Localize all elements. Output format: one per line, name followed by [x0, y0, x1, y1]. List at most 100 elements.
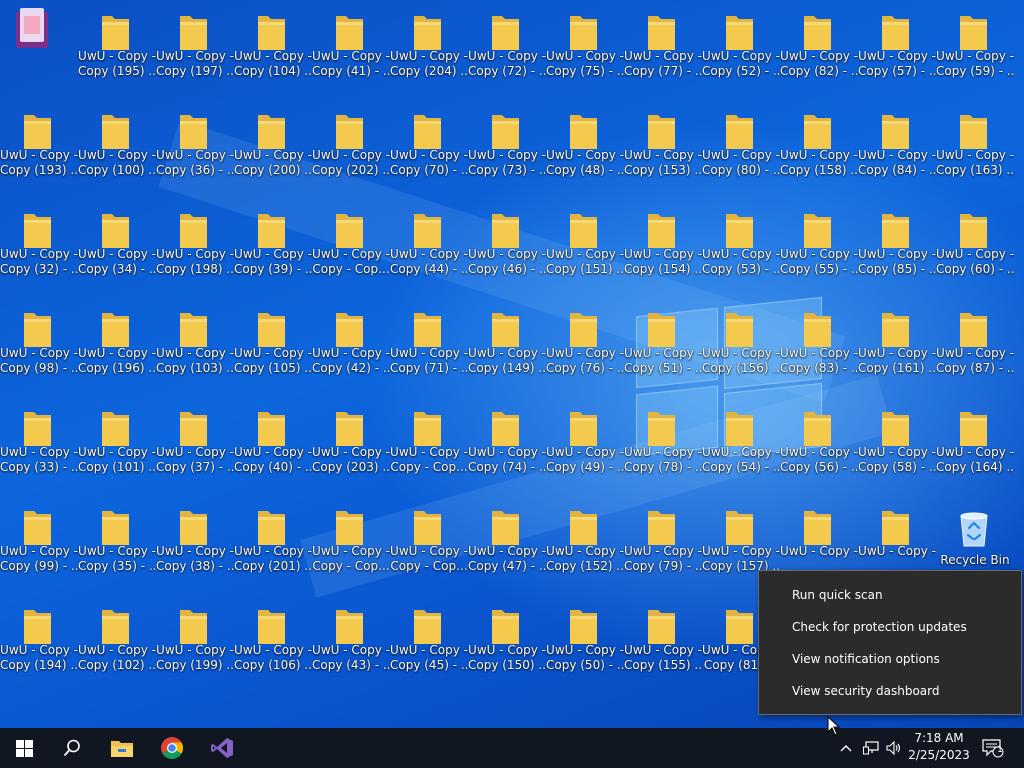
folder-icon	[258, 610, 285, 644]
folder-item[interactable]: UwU - Copy - Copy - Cop...	[312, 497, 390, 596]
folder-item[interactable]: UwU - Copy - Copy (158) ...	[780, 101, 858, 200]
folder-item[interactable]: UwU - Copy - Copy (152) ...	[546, 497, 624, 596]
folder-item[interactable]: UwU - Copy - Copy (32) - ...	[0, 200, 78, 299]
folder-label: UwU - Copy - Copy (201) ...	[234, 544, 312, 573]
network-button[interactable]	[860, 728, 882, 768]
folder-item[interactable]: UwU - Copy - Copy (52) - ...	[702, 2, 780, 101]
folder-item[interactable]: UwU - Copy - Copy (203) ...	[312, 398, 390, 497]
menu-item-check-protection-updates[interactable]: Check for protection updates	[759, 611, 1021, 643]
folder-item[interactable]: UwU - Copy - Copy (38) - ...	[156, 497, 234, 596]
folder-item[interactable]: UwU - Copy - Copy (53) - ...	[702, 200, 780, 299]
folder-item[interactable]: UwU - Copy - Copy (74) - ...	[468, 398, 546, 497]
folder-item[interactable]: UwU - Copy - Copy (204) ...	[390, 2, 468, 101]
folder-item[interactable]: UwU - Copy - Copy (73) - ...	[468, 101, 546, 200]
menu-item-run-quick-scan[interactable]: Run quick scan	[759, 579, 1021, 611]
folder-item[interactable]: UwU - Copy - Copy (98) - ...	[0, 299, 78, 398]
folder-item[interactable]: UwU - Copy - Copy (199) ...	[156, 596, 234, 695]
folder-item[interactable]: UwU - Copy - Copy (194) ...	[0, 596, 78, 695]
folder-item[interactable]: UwU - Copy - Copy (78) - ...	[624, 398, 702, 497]
folder-item[interactable]: UwU - Copy - Copy (45) - ...	[390, 596, 468, 695]
folder-item[interactable]: UwU - Copy - Copy (202) ...	[312, 101, 390, 200]
folder-item[interactable]: UwU - Copy - Copy (48) - ...	[546, 101, 624, 200]
folder-item[interactable]: UwU - Copy - Copy (198) ...	[156, 200, 234, 299]
folder-item[interactable]: UwU - Copy - Copy (193) ...	[0, 101, 78, 200]
folder-item[interactable]: UwU - Copy - Copy (56) - ...	[780, 398, 858, 497]
folder-item[interactable]: UwU - Copy - Copy (100) ...	[78, 101, 156, 200]
folder-item[interactable]: UwU - Copy - Copy (42) - ...	[312, 299, 390, 398]
folder-item[interactable]: UwU - Copy - Copy (103) ...	[156, 299, 234, 398]
folder-item[interactable]: UwU - Copy - Copy (83) - ...	[780, 299, 858, 398]
folder-item[interactable]: UwU - Copy - Copy (58) - ...	[858, 398, 936, 497]
folder-item[interactable]: UwU - Copy - Copy (161) ...	[858, 299, 936, 398]
folder-item[interactable]: UwU - Copy - Copy (163) ...	[936, 101, 1014, 200]
folder-item[interactable]: UwU - Copy - Copy (104) ...	[234, 2, 312, 101]
folder-item[interactable]: UwU - Copy - Copy (155) ...	[624, 596, 702, 695]
folder-item[interactable]: UwU - Copy - Copy (82) - ...	[780, 2, 858, 101]
folder-item[interactable]: UwU - Copy - Copy (80) - ...	[702, 101, 780, 200]
folder-item[interactable]: UwU - Copy - Copy (36) - ...	[156, 101, 234, 200]
folder-icon	[414, 610, 441, 644]
folder-item[interactable]: UwU - Copy - Copy (46) - ...	[468, 200, 546, 299]
folder-item[interactable]: UwU - Copy - Copy (151) ...	[546, 200, 624, 299]
folder-item[interactable]: UwU - Copy - Copy (79) - ...	[624, 497, 702, 596]
folder-item[interactable]: UwU - Copy - Copy (54) - ...	[702, 398, 780, 497]
folder-item[interactable]: UwU - Copy - Copy (76) - ...	[546, 299, 624, 398]
folder-item[interactable]: UwU - Copy - Copy (102) ...	[78, 596, 156, 695]
file-explorer-button[interactable]	[98, 728, 146, 768]
folder-item[interactable]: UwU - Copy - Copy (106) ...	[234, 596, 312, 695]
folder-item[interactable]: UwU - Copy - Copy (41) - ...	[312, 2, 390, 101]
menu-item-view-security-dashboard[interactable]: View security dashboard	[759, 675, 1021, 707]
folder-item[interactable]: UwU - Copy - Copy (35) - ...	[78, 497, 156, 596]
folder-item[interactable]: UwU - Copy - Copy (156) ...	[702, 299, 780, 398]
folder-item[interactable]: UwU - Copy - Copy (150) ...	[468, 596, 546, 695]
chrome-button[interactable]	[148, 728, 196, 768]
folder-item[interactable]: UwU - Copy - Copy (87) - ...	[936, 299, 1014, 398]
folder-item[interactable]: UwU - Copy - Copy (85) - ...	[858, 200, 936, 299]
folder-item[interactable]: UwU - Copy - Copy (51) - ...	[624, 299, 702, 398]
folder-item[interactable]: UwU - Copy - Copy (39) - ...	[234, 200, 312, 299]
folder-item[interactable]: UwU - Copy - Copy (47) - ...	[468, 497, 546, 596]
action-center-button[interactable]: 1	[980, 728, 1006, 768]
clock[interactable]: 7:18 AM 2/25/2023	[904, 730, 974, 766]
folder-item[interactable]: UwU - Copy - Copy (57) - ...	[858, 2, 936, 101]
folder-item[interactable]: UwU - Copy - Copy - Cop...	[390, 398, 468, 497]
volume-button[interactable]	[884, 728, 904, 768]
folder-item[interactable]: UwU - Copy - Copy (197) ...	[156, 2, 234, 101]
folder-item[interactable]: UwU - Copy - Copy (50) - ...	[546, 596, 624, 695]
folder-item[interactable]: UwU - Copy - Copy (33) - ...	[0, 398, 78, 497]
folder-item[interactable]: UwU - Copy - Copy (99) - ...	[0, 497, 78, 596]
folder-item[interactable]: UwU - Copy - Copy (149) ...	[468, 299, 546, 398]
folder-item[interactable]: UwU - Copy - Copy (164) ...	[936, 398, 1014, 497]
folder-item[interactable]: UwU - Copy - Copy (60) - ...	[936, 200, 1014, 299]
folder-item[interactable]: UwU - Copy - Copy (195) ...	[78, 2, 156, 101]
visual-studio-button[interactable]	[198, 728, 246, 768]
folder-item[interactable]: UwU - Copy - Copy (84) - ...	[858, 101, 936, 200]
folder-item[interactable]: UwU - Copy - Copy - Cop...	[312, 200, 390, 299]
folder-item[interactable]: UwU - Copy - Copy (154) ...	[624, 200, 702, 299]
folder-item[interactable]: UwU - Copy - Copy (44) - ...	[390, 200, 468, 299]
folder-item[interactable]: UwU - Copy - Copy (70) - ...	[390, 101, 468, 200]
folder-item[interactable]: UwU - Copy - Copy (71) - ...	[390, 299, 468, 398]
folder-item[interactable]: UwU - Copy - Copy (40) - ...	[234, 398, 312, 497]
folder-item[interactable]: UwU - Copy - Copy (37) - ...	[156, 398, 234, 497]
app-shortcut[interactable]	[0, 2, 78, 101]
folder-item[interactable]: UwU - Copy - Copy (153) ...	[624, 101, 702, 200]
folder-item[interactable]: UwU - Copy - Copy (75) - ...	[546, 2, 624, 101]
folder-item[interactable]: UwU - Copy - Copy (55) - ...	[780, 200, 858, 299]
folder-item[interactable]: UwU - Copy - Copy (77) - ...	[624, 2, 702, 101]
folder-item[interactable]: UwU - Copy - Copy (105) ...	[234, 299, 312, 398]
folder-item[interactable]: UwU - Copy - Copy (59) - ...	[936, 2, 1014, 101]
folder-item[interactable]: UwU - Copy - Copy - Cop...	[390, 497, 468, 596]
folder-item[interactable]: UwU - Copy - Copy (49) - ...	[546, 398, 624, 497]
folder-item[interactable]: UwU - Copy - Copy (34) - ...	[78, 200, 156, 299]
folder-icon	[726, 610, 753, 644]
start-button[interactable]	[0, 728, 48, 768]
folder-item[interactable]: UwU - Copy - Copy (43) - ...	[312, 596, 390, 695]
folder-item[interactable]: UwU - Copy - Copy (201) ...	[234, 497, 312, 596]
search-button[interactable]	[48, 728, 96, 768]
menu-item-view-notification-options[interactable]: View notification options	[759, 643, 1021, 675]
folder-item[interactable]: UwU - Copy - Copy (101) ...	[78, 398, 156, 497]
folder-item[interactable]: UwU - Copy - Copy (196) ...	[78, 299, 156, 398]
folder-item[interactable]: UwU - Copy - Copy (72) - ...	[468, 2, 546, 101]
folder-item[interactable]: UwU - Copy - Copy (200) ...	[234, 101, 312, 200]
